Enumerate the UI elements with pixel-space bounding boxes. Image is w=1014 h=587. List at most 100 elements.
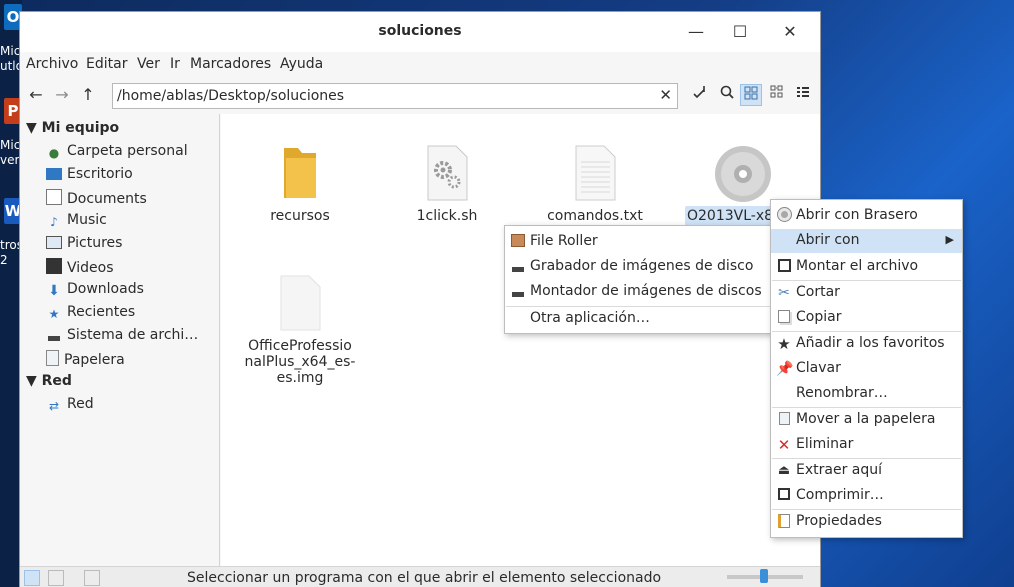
desktop-app-label: ver (0, 153, 20, 167)
menu-item-propiedades[interactable]: Propiedades (771, 510, 962, 534)
menu-item-comprimir[interactable]: Comprimir… (771, 484, 962, 508)
blank-file-icon (280, 275, 321, 331)
disc-image-icon (715, 146, 771, 202)
sidebar-item-sistema-de-archivos[interactable]: Sistema de archi… (46, 327, 198, 347)
file-view[interactable]: recursos 1click.sh comandos.txt O2013VL-… (221, 114, 820, 566)
menu-item-abrir-con[interactable]: Abrir con ▶ (771, 229, 962, 253)
menu-ayuda[interactable]: Ayuda (280, 56, 323, 72)
trash-icon (776, 412, 792, 428)
file-name-line: nalPlus_x64_es- (244, 354, 356, 370)
menu-item-renombrar[interactable]: Renombrar… (771, 382, 962, 406)
menu-bar: Archivo Editar Ver Ir Marcadores Ayuda (20, 52, 820, 78)
script-icon (427, 145, 468, 201)
hide-sidebar-icon[interactable] (84, 570, 100, 586)
desktop-app-label: Mic (0, 44, 21, 58)
menu-item-mover-papelera[interactable]: Mover a la papelera (771, 408, 962, 432)
file-item[interactable]: OfficeProfessio nalPlus_x64_es- es.img (240, 274, 360, 386)
menu-archivo[interactable]: Archivo (26, 56, 78, 72)
menu-item-cortar[interactable]: ✂ Cortar (771, 281, 962, 305)
network-icon: ⇄ (48, 399, 60, 413)
menu-item-eliminar[interactable]: ✕ Eliminar (771, 433, 962, 457)
submenu-arrow-icon: ▶ (945, 233, 954, 246)
sidebar-item-carpeta-personal[interactable]: ● Carpeta personal (46, 143, 188, 163)
sidebar-item-escritorio[interactable]: Escritorio (46, 166, 133, 186)
documents-icon (46, 189, 62, 205)
delete-icon: ✕ (777, 436, 791, 454)
desktop-taskbar-strip (0, 0, 22, 587)
zoom-slider-handle[interactable] (760, 569, 768, 583)
submenu-item-file-roller[interactable]: File Roller (505, 230, 773, 254)
file-item[interactable]: 1click.sh (387, 144, 507, 224)
desktop-app-label: Mic (0, 138, 21, 152)
file-name: comandos.txt (547, 208, 643, 224)
menu-ver[interactable]: Ver (137, 56, 160, 72)
maximize-button[interactable]: ☐ (728, 20, 752, 44)
menu-item-abrir-con-brasero[interactable]: Abrir con Brasero (771, 204, 962, 228)
terminal-icon[interactable] (688, 84, 710, 106)
downloads-icon: ⬇ (48, 283, 60, 299)
menu-item-montar[interactable]: Montar el archivo (771, 255, 962, 279)
status-text: Seleccionar un programa con el que abrir… (187, 570, 662, 586)
filesystem-icon (46, 328, 62, 344)
menu-item-extraer[interactable]: ⏏ Extraer aquí (771, 459, 962, 483)
file-name: recursos (270, 208, 330, 224)
menu-item-favoritos[interactable]: ★ Añadir a los favoritos (771, 332, 962, 356)
menu-item-copiar[interactable]: Copiar (771, 306, 962, 330)
menu-item-clavar[interactable]: 📌 Clavar (771, 357, 962, 381)
location-bar[interactable]: /home/ablas/Desktop/soluciones ✕ (112, 83, 678, 109)
file-item[interactable]: comandos.txt (535, 144, 655, 224)
drive-icon (510, 284, 526, 300)
sidebar-item-videos[interactable]: Videos (46, 258, 114, 278)
file-name-line: OfficeProfessio (248, 338, 352, 354)
list-view-icon[interactable] (792, 84, 814, 106)
extract-icon: ⏏ (777, 463, 791, 478)
sidebar-item-music[interactable]: ♪ Music (46, 212, 107, 232)
file-name-line: es.img (276, 370, 324, 386)
file-name: 1click.sh (416, 208, 478, 224)
up-button[interactable]: ↑ (77, 84, 99, 106)
show-places-icon[interactable] (24, 570, 40, 586)
archive-icon (510, 234, 526, 250)
compact-view-icon[interactable] (766, 84, 788, 106)
expander-icon[interactable]: ▼ (26, 373, 42, 389)
file-item[interactable]: recursos (240, 144, 360, 224)
location-path[interactable]: /home/ablas/Desktop/soluciones (117, 88, 344, 104)
sidebar-section-red[interactable]: ▼ Red (26, 373, 72, 389)
close-button[interactable]: ✕ (778, 20, 802, 44)
pictures-icon (46, 236, 62, 249)
compress-icon (776, 488, 792, 504)
user-home-icon: ● (48, 146, 60, 160)
submenu-item-montador[interactable]: Montador de imágenes de discos (505, 280, 773, 304)
sidebar-item-downloads[interactable]: ⬇ Downloads (46, 281, 144, 301)
submenu-item-grabador[interactable]: Grabador de imágenes de disco (505, 255, 773, 279)
submenu-item-otra-aplicacion[interactable]: Otra aplicación… (505, 307, 773, 331)
back-button[interactable]: ← (25, 84, 47, 106)
sidebar-item-recientes[interactable]: ★ Recientes (46, 304, 136, 324)
brasero-icon (776, 208, 792, 224)
pin-icon: 📌 (776, 361, 794, 377)
star-icon: ★ (777, 335, 791, 353)
open-with-submenu: File Roller Grabador de imágenes de disc… (504, 225, 774, 334)
sidebar-item-pictures[interactable]: Pictures (46, 235, 122, 255)
menu-editar[interactable]: Editar (86, 56, 127, 72)
forward-button[interactable]: → (51, 84, 73, 106)
expander-icon[interactable]: ▼ (26, 120, 42, 136)
menu-ir[interactable]: Ir (170, 56, 180, 72)
icon-view-icon[interactable] (740, 84, 762, 106)
videos-icon (46, 258, 62, 274)
music-icon: ♪ (50, 215, 58, 229)
copy-icon (776, 310, 792, 326)
cut-icon: ✂ (778, 285, 790, 301)
sidebar-section-mi-equipo[interactable]: ▼ Mi equipo (26, 120, 119, 136)
minimize-button[interactable]: — (684, 20, 708, 44)
show-tree-icon[interactable] (48, 570, 64, 586)
search-icon[interactable] (716, 84, 738, 106)
menu-marcadores[interactable]: Marcadores (190, 56, 271, 72)
sidebar-item-papelera[interactable]: Papelera (46, 350, 125, 370)
sidebar-item-red[interactable]: ⇄ Red (46, 396, 94, 416)
clear-location-icon[interactable]: ✕ (659, 86, 672, 104)
sidebar-item-documents[interactable]: Documents (46, 189, 147, 209)
folder-icon (284, 148, 316, 198)
recent-icon: ★ (48, 307, 60, 321)
title-bar[interactable]: soluciones — ☐ ✕ (20, 12, 820, 52)
